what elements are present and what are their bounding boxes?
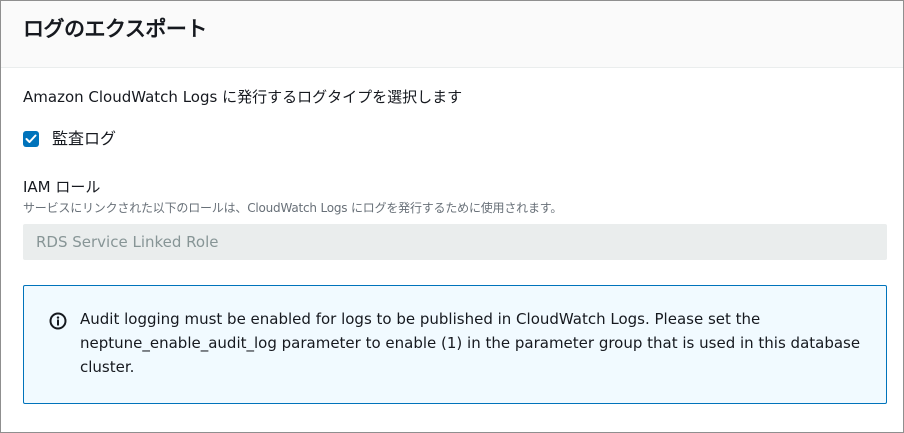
iam-role-hint: サービスにリンクされた以下のロールは、CloudWatch Logs にログを発… bbox=[23, 201, 563, 215]
iam-role-input: RDS Service Linked Role bbox=[23, 224, 887, 260]
checkmark-icon bbox=[25, 134, 37, 143]
log-type-description: Amazon CloudWatch Logs に発行するログタイプを選択します bbox=[23, 88, 463, 106]
iam-role-label: IAM ロール bbox=[23, 178, 101, 196]
audit-log-checkbox[interactable] bbox=[23, 131, 39, 147]
audit-log-label: 監査ログ bbox=[52, 129, 117, 148]
panel-header: ログのエクスポート bbox=[1, 1, 903, 68]
alert-message: Audit logging must be enabled for logs t… bbox=[80, 310, 861, 376]
audit-log-checkbox-row[interactable]: 監査ログ bbox=[23, 127, 116, 151]
info-alert: Audit logging must be enabled for logs t… bbox=[23, 285, 887, 404]
panel-title: ログのエクスポート bbox=[23, 17, 207, 41]
info-icon bbox=[49, 312, 67, 330]
export-logs-panel: ログのエクスポート Amazon CloudWatch Logs に発行するログ… bbox=[0, 0, 904, 433]
